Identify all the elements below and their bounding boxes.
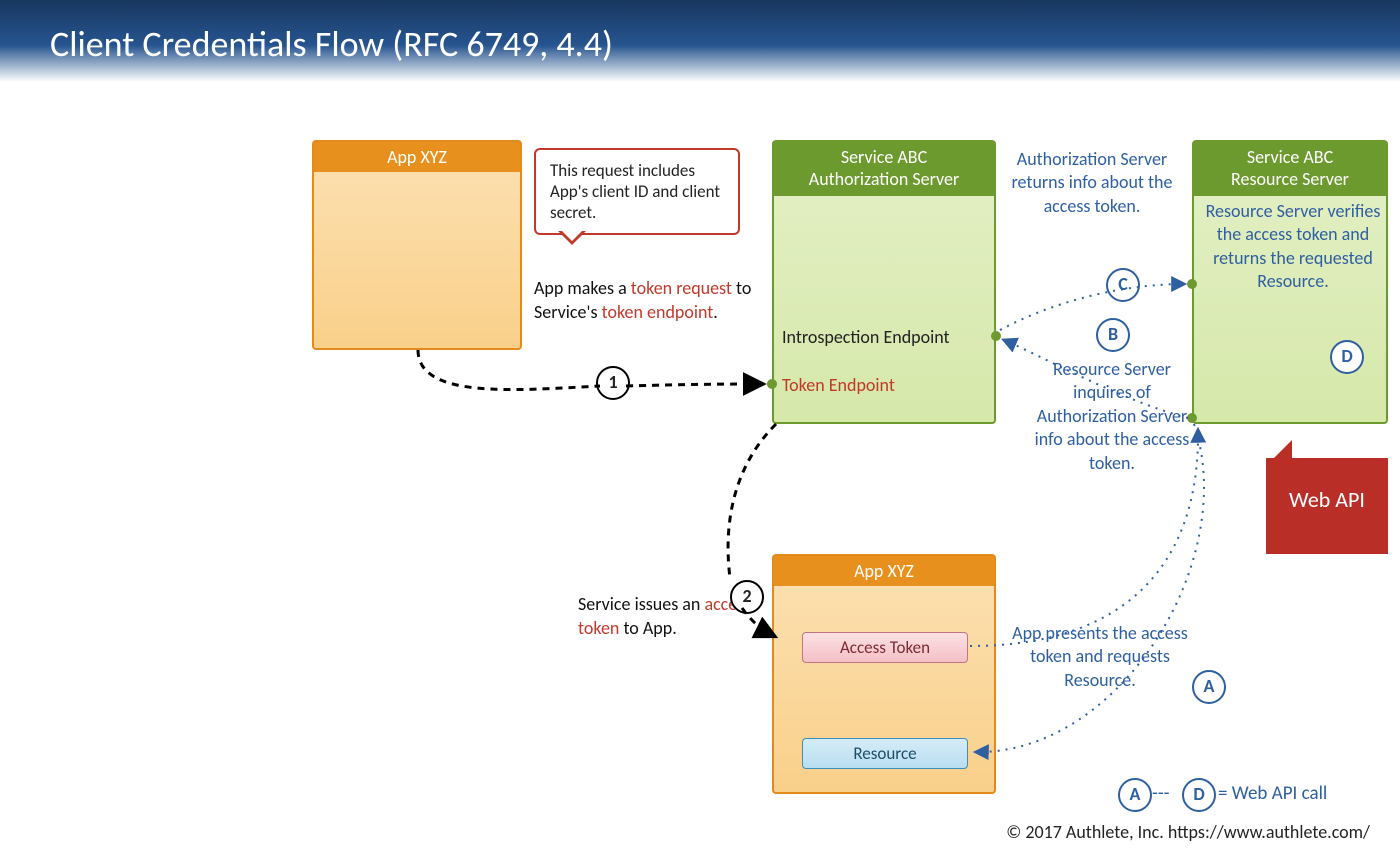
legend-dash: --- bbox=[1152, 782, 1169, 805]
label-introspection-endpoint: Introspection Endpoint bbox=[782, 326, 950, 348]
chip-resource: Resource bbox=[802, 738, 968, 769]
letter-d: D bbox=[1330, 340, 1364, 374]
box-resource-server-header: Service ABC Resource Server bbox=[1194, 142, 1386, 196]
box-app-xyz-top-header: App XYZ bbox=[314, 142, 520, 172]
box-app-xyz-bottom-header: App XYZ bbox=[774, 556, 994, 586]
letter-a: A bbox=[1192, 670, 1226, 704]
step-1: 1 bbox=[596, 366, 630, 400]
callout-web-api: Web API bbox=[1266, 458, 1388, 554]
box-resource-server-l2: Resource Server bbox=[1231, 168, 1349, 190]
letter-c: C bbox=[1106, 268, 1140, 302]
chip-access-token: Access Token bbox=[802, 632, 968, 663]
box-resource-server-l1: Service ABC bbox=[1247, 146, 1333, 168]
box-auth-server-l1: Service ABC bbox=[841, 146, 927, 168]
bluenote-c: Authorization Server returns info about … bbox=[1010, 148, 1174, 218]
label-token-endpoint: Token Endpoint bbox=[782, 374, 895, 396]
box-auth-server-header: Service ABC Authorization Server bbox=[774, 142, 994, 196]
slide-title: Client Credentials Flow (RFC 6749, 4.4) bbox=[0, 0, 1400, 82]
box-auth-server-l2: Authorization Server bbox=[809, 168, 959, 190]
bluenote-a: App presents the access token and reques… bbox=[1010, 622, 1190, 692]
legend-letter-a: A bbox=[1118, 778, 1152, 812]
box-app-xyz-top: App XYZ bbox=[312, 140, 522, 350]
bluenote-d: Resource Server verifies the access toke… bbox=[1200, 200, 1386, 294]
step-2: 2 bbox=[730, 580, 764, 614]
legend-letter-d: D bbox=[1182, 778, 1216, 812]
legend-text: = Web API call bbox=[1218, 782, 1327, 805]
footer-copyright: © 2017 Authlete, Inc. https://www.authle… bbox=[1006, 821, 1370, 843]
callout-request-contents: This request includes App's client ID an… bbox=[534, 148, 740, 235]
bluenote-b: Resource Server inquires of Authorizatio… bbox=[1032, 358, 1192, 475]
letter-b: B bbox=[1096, 318, 1130, 352]
note-token-request: App makes a token request to Service's t… bbox=[534, 276, 754, 325]
